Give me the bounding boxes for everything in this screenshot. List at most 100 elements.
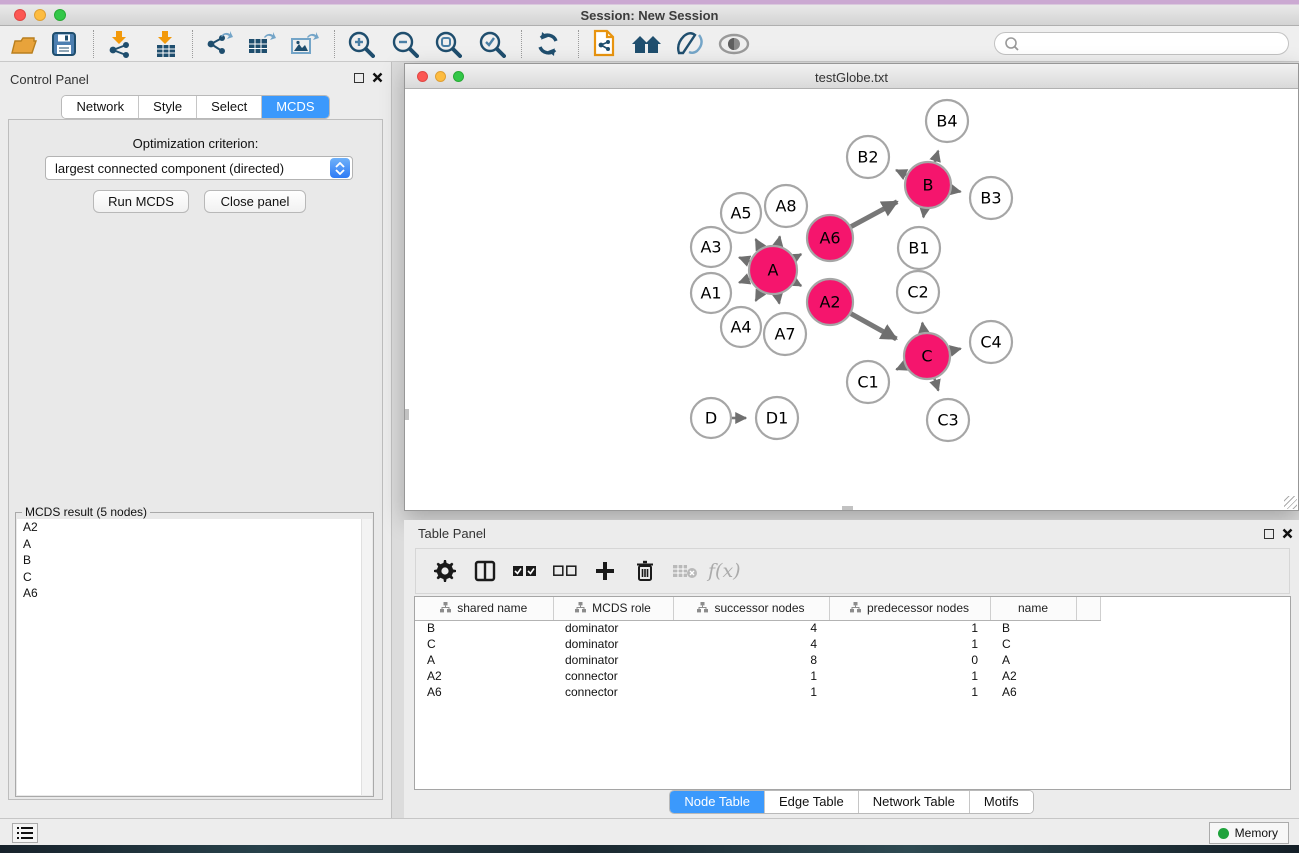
zoom-selected-icon[interactable] <box>476 29 508 59</box>
node-A1[interactable]: A1 <box>691 273 731 313</box>
tab-node-table[interactable]: Node Table <box>670 791 765 813</box>
node-A5[interactable]: A5 <box>721 193 761 233</box>
tab-network-table[interactable]: Network Table <box>859 791 970 813</box>
import-table-icon[interactable] <box>150 29 182 59</box>
table-cell[interactable]: 1 <box>829 684 990 700</box>
canvas-vscroll-nub[interactable] <box>405 409 409 420</box>
edge-C-C4[interactable] <box>950 349 960 351</box>
table-cell[interactable]: A2 <box>990 668 1076 684</box>
table-cell[interactable]: 4 <box>673 620 829 636</box>
edge-A-A1[interactable] <box>739 279 749 283</box>
column-header-successor-nodes[interactable]: successor nodes <box>673 597 829 620</box>
select-all-icon[interactable] <box>512 558 538 584</box>
table-cell[interactable]: 0 <box>829 652 990 668</box>
node-A7[interactable]: A7 <box>764 313 806 355</box>
node-table[interactable]: shared nameMCDS rolesuccessor nodesprede… <box>414 596 1291 790</box>
network-canvas[interactable]: B4B2BB3A5A8A6B1A3AC2A1A2A4A7C4CC1C3DD1 <box>405 89 1298 510</box>
table-cell[interactable]: 1 <box>829 636 990 652</box>
edge-A-A2[interactable] <box>795 282 801 286</box>
mcds-result-item[interactable]: A <box>17 536 372 553</box>
node-C[interactable]: C <box>904 333 950 379</box>
node-A[interactable]: A <box>749 246 797 294</box>
float-table-panel-icon[interactable] <box>1264 529 1274 539</box>
node-B4[interactable]: B4 <box>926 100 968 142</box>
mcds-result-item[interactable]: A2 <box>17 519 372 536</box>
zoom-fit-icon[interactable] <box>432 29 464 59</box>
refresh-icon[interactable] <box>532 29 564 59</box>
zoom-out-icon[interactable] <box>389 29 421 59</box>
node-C4[interactable]: C4 <box>970 321 1012 363</box>
edge-B-B2[interactable] <box>896 170 906 175</box>
memory-button[interactable]: Memory <box>1209 822 1289 844</box>
import-network-icon[interactable] <box>104 29 136 59</box>
table-cell[interactable]: connector <box>553 684 673 700</box>
table-cell[interactable]: B <box>415 620 553 636</box>
edge-A-A6[interactable] <box>795 254 801 258</box>
home-icon[interactable] <box>631 29 663 59</box>
mcds-result-item[interactable]: A6 <box>17 585 372 602</box>
table-row[interactable]: A2connector11A2 <box>415 668 1100 684</box>
node-C3[interactable]: C3 <box>927 399 969 441</box>
edge-A-A3[interactable] <box>739 257 749 261</box>
table-row[interactable]: A6connector11A6 <box>415 684 1100 700</box>
table-cell[interactable]: connector <box>553 668 673 684</box>
mcds-result-item[interactable]: C <box>17 569 372 586</box>
tab-mcds[interactable]: MCDS <box>262 96 328 118</box>
edge-A-A5[interactable] <box>756 239 761 248</box>
table-cell[interactable]: A2 <box>415 668 553 684</box>
mcds-result-list[interactable]: A2ABCA6 <box>17 519 372 795</box>
tab-style[interactable]: Style <box>139 96 197 118</box>
table-cell[interactable]: C <box>415 636 553 652</box>
edge-B-B1[interactable] <box>923 209 924 218</box>
table-cell[interactable]: dominator <box>553 636 673 652</box>
hide-graphics-details-icon[interactable] <box>674 29 706 59</box>
network-graph[interactable]: B4B2BB3A5A8A6B1A3AC2A1A2A4A7C4CC1C3DD1 <box>405 89 1298 510</box>
node-B1[interactable]: B1 <box>898 227 940 269</box>
edge-C-C3[interactable] <box>934 379 938 391</box>
tab-select[interactable]: Select <box>197 96 262 118</box>
node-B[interactable]: B <box>905 162 951 208</box>
window-resize-grip[interactable] <box>1284 496 1297 509</box>
export-network-icon[interactable] <box>202 29 234 59</box>
table-cell[interactable]: 1 <box>673 684 829 700</box>
column-view-icon[interactable] <box>472 558 498 584</box>
tab-edge-table[interactable]: Edge Table <box>765 791 859 813</box>
node-D[interactable]: D <box>691 398 731 438</box>
canvas-hscroll-nub[interactable] <box>842 506 853 510</box>
table-cell[interactable]: A6 <box>415 684 553 700</box>
node-A8[interactable]: A8 <box>765 185 807 227</box>
add-column-icon[interactable] <box>592 558 618 584</box>
run-mcds-button[interactable]: Run MCDS <box>93 190 189 213</box>
gear-icon[interactable] <box>432 558 458 584</box>
edge-B-B4[interactable] <box>935 151 938 162</box>
node-A2[interactable]: A2 <box>807 279 853 325</box>
node-B2[interactable]: B2 <box>847 136 889 178</box>
node-A6[interactable]: A6 <box>807 215 853 261</box>
node-C1[interactable]: C1 <box>847 361 889 403</box>
close-table-panel-icon[interactable] <box>1282 528 1293 539</box>
search-input[interactable] <box>1023 37 1288 51</box>
edge-A-A7[interactable] <box>778 295 780 304</box>
node-B3[interactable]: B3 <box>970 177 1012 219</box>
table-cell[interactable]: A <box>415 652 553 668</box>
open-session-file-icon[interactable] <box>590 29 622 59</box>
table-cell[interactable]: 1 <box>829 620 990 636</box>
export-table-icon[interactable] <box>245 29 277 59</box>
table-row[interactable]: Adominator80A <box>415 652 1100 668</box>
close-panel-button[interactable]: Close panel <box>204 190 306 213</box>
column-header-name[interactable]: name <box>990 597 1076 620</box>
tab-motifs[interactable]: Motifs <box>970 791 1033 813</box>
table-cell[interactable]: 1 <box>829 668 990 684</box>
delete-column-icon[interactable] <box>632 558 658 584</box>
eye-icon[interactable] <box>718 29 750 59</box>
node-D1[interactable]: D1 <box>756 397 798 439</box>
column-header-MCDS-role[interactable]: MCDS role <box>553 597 673 620</box>
close-panel-icon[interactable] <box>372 72 383 83</box>
save-session-icon[interactable] <box>48 29 80 59</box>
list-scrollbar[interactable] <box>361 519 372 795</box>
table-cell[interactable]: A6 <box>990 684 1076 700</box>
open-file-icon[interactable] <box>8 29 40 59</box>
table-cell[interactable]: B <box>990 620 1076 636</box>
edge-A2-C[interactable] <box>851 314 896 339</box>
mcds-result-item[interactable]: B <box>17 552 372 569</box>
